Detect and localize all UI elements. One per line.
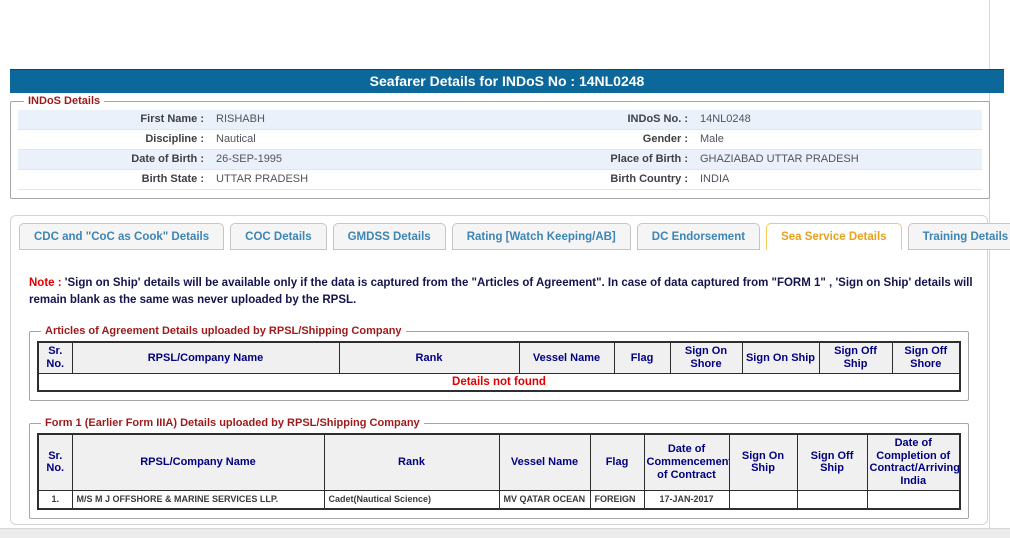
field-value: 14NL0248	[700, 113, 751, 125]
table-cell: 17-JAN-2017	[643, 489, 730, 510]
note-prefix: Note :	[29, 277, 65, 289]
column-header: Rank	[323, 433, 500, 491]
table-cell: MV QATAR OCEAN	[498, 489, 591, 510]
tab-dc-endorsement[interactable]: DC Endorsement	[636, 223, 761, 250]
field-value: GHAZIABAD UTTAR PRADESH	[700, 153, 859, 165]
field-value: INDIA	[700, 173, 730, 185]
table-cell	[728, 489, 798, 510]
table-cell	[866, 489, 961, 510]
table-row: 1. M/S M J OFFSHORE & MARINE SERVICES LLP…	[37, 489, 961, 510]
field-label: Birth State :	[141, 173, 204, 185]
column-header: Vessel Name	[498, 433, 591, 491]
field-value: RISHABH	[216, 113, 265, 125]
page: Seafarer Details for INDoS No : 14NL0248…	[0, 0, 1010, 538]
tab-rating-watch-keeping-ab[interactable]: Rating [Watch Keeping/AB]	[451, 223, 631, 250]
form1-legend: Form 1 (Earlier Form IIIA) Details uploa…	[45, 417, 420, 429]
table-cell: FOREIGN	[589, 489, 645, 510]
column-header: Rank	[338, 341, 520, 374]
column-header: Flag	[613, 341, 671, 374]
table-cell	[796, 489, 868, 510]
table-cell: Cadet(Nautical Science)	[323, 489, 500, 510]
table-row: Details not found	[37, 372, 961, 392]
indos-details-section: INDoS Details First Name : RISHABH INDoS…	[10, 95, 990, 199]
tab-training-details[interactable]: Training Details	[907, 223, 1010, 250]
column-header: Sign Off Shore	[891, 341, 961, 374]
note-text: Note : 'Sign on Ship' details will be av…	[29, 275, 975, 308]
page-title: Seafarer Details for INDoS No : 14NL0248	[10, 69, 1004, 93]
seafarer-tab-panel: CDC and "CoC as Cook" Details COC Detail…	[10, 215, 1010, 525]
field-label: Place of Birth :	[610, 153, 688, 165]
field-value: 26-SEP-1995	[216, 153, 283, 165]
field-label: First Name :	[140, 113, 204, 125]
column-header: Sign Off Ship	[818, 341, 893, 374]
form1-section: Form 1 (Earlier Form IIIA) Details uploa…	[29, 417, 969, 519]
field-value: Male	[700, 133, 724, 145]
note-body: 'Sign on Ship' details will be available…	[29, 277, 973, 306]
empty-message: Details not found	[37, 372, 961, 392]
field-label: Date of Birth :	[131, 153, 204, 165]
tab-coc-details[interactable]: COC Details	[230, 223, 327, 250]
field-value: UTTAR PRADESH	[216, 173, 309, 185]
field-label: Gender :	[642, 133, 688, 145]
column-header: Vessel Name	[518, 341, 615, 374]
table-cell: M/S M J OFFSHORE & MARINE SERVICES LLP.	[71, 489, 325, 510]
column-header: Sign On Shore	[669, 341, 743, 374]
articles-of-agreement-table: Sr. No. RPSL/Company Name Rank Vessel Name F…	[37, 341, 961, 392]
column-header: Sr. No.	[37, 341, 73, 374]
column-header: RPSL/Company Name	[71, 341, 340, 374]
articles-of-agreement-legend: Articles of Agreement Details uploaded b…	[45, 325, 402, 338]
column-header: Sign On Ship	[728, 433, 798, 491]
field-value: Nautical	[216, 133, 256, 145]
field-label: Birth Country :	[610, 173, 688, 185]
column-header: RPSL/Company Name	[71, 433, 325, 491]
tab-sea-service-details[interactable]: Sea Service Details	[766, 223, 902, 250]
tab-bar: CDC and "CoC as Cook" Details COC Detail…	[11, 216, 1010, 250]
field-row: First Name : RISHABH INDoS No. : 14NL024…	[18, 110, 982, 130]
page-bottom-strip	[0, 528, 1010, 538]
column-header: Sign Off Ship	[796, 433, 868, 491]
column-header: Flag	[589, 433, 645, 491]
table-cell: 1.	[37, 489, 73, 510]
column-header: Sign On Ship	[741, 341, 820, 374]
field-row: Date of Birth : 26-SEP-1995 Place of Bir…	[18, 150, 982, 170]
field-row: Discipline : Nautical Gender : Male	[18, 130, 982, 150]
column-header: Date of Commencement of Contract	[643, 433, 730, 491]
articles-of-agreement-section: Articles of Agreement Details uploaded b…	[29, 325, 969, 401]
tab-cdc-coc-as-cook-details[interactable]: CDC and "CoC as Cook" Details	[19, 223, 225, 250]
column-header: Sr. No.	[37, 433, 73, 491]
field-label: Discipline :	[145, 133, 204, 145]
tab-gmdss-details[interactable]: GMDSS Details	[332, 223, 446, 250]
field-label: INDoS No. :	[627, 113, 689, 125]
field-row: Birth State : UTTAR PRADESH Birth Countr…	[18, 170, 982, 190]
indos-details-legend: INDoS Details	[28, 95, 101, 107]
form1-table: Sr. No. RPSL/Company Name Rank Vessel Name F…	[37, 433, 961, 510]
column-header: Date of Completion of Contract/Arriving …	[866, 433, 961, 491]
